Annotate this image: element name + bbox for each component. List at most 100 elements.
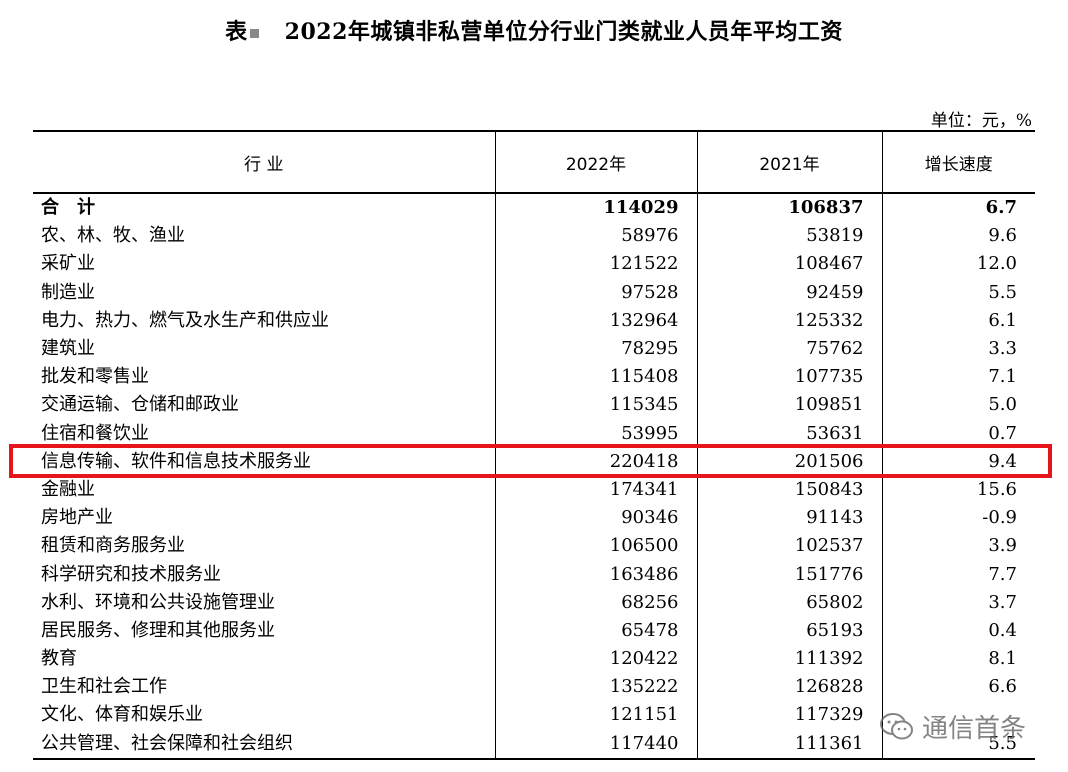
header-2021: 2021年: [696, 130, 882, 194]
cell-industry: 批发和零售业: [41, 366, 149, 388]
header-2022: 2022年: [494, 130, 697, 194]
cell-growth: -0.9: [881, 504, 1035, 533]
title-text: 2022年城镇非私营单位分行业门类就业人员年平均工资: [284, 19, 843, 45]
cell-industry: 公共管理、社会保障和社会组织: [33, 729, 495, 760]
watermark: 通信首条: [880, 708, 1026, 745]
cell-growth: 0.4: [881, 616, 1035, 645]
cell-industry: 金融业: [41, 478, 95, 500]
cell-industry: 农、林、牧、渔业: [41, 225, 185, 247]
wechat-icon: [880, 712, 913, 739]
header-industry: 行 业: [33, 130, 495, 194]
cell-2022: 65478: [494, 616, 697, 645]
cell-2022: 58976: [494, 222, 697, 251]
cell-2022: 121151: [494, 701, 697, 730]
cell-2022: 78295: [494, 334, 697, 364]
cell-2022: 135222: [494, 673, 697, 702]
table-row: 科学研究和技术服务业 163486 151776 7.7: [33, 560, 1035, 589]
cell-growth: 12.0: [881, 250, 1035, 279]
table-row: 制造业 97528 92459 5.5: [33, 278, 1035, 307]
cell-industry: 合 计: [41, 197, 95, 219]
table-row: 卫生和社会工作 135222 126828 6.6: [33, 673, 1035, 702]
cell-growth: 15.6: [881, 475, 1035, 505]
unit-label: 单位：元，%: [930, 111, 1032, 131]
cell-2021: 151776: [696, 560, 882, 589]
table-row: 教育 120422 111392 8.1: [33, 645, 1035, 674]
cell-industry: 卫生和社会工作: [41, 676, 167, 698]
cell-industry: 电力、热力、燃气及水生产和供应业: [41, 309, 329, 331]
cell-growth: 3.3: [881, 334, 1035, 364]
cell-2022: 132964: [494, 306, 697, 335]
cell-growth: 9.6: [881, 222, 1035, 251]
cell-industry: 交通运输、仓储和邮政业: [41, 394, 239, 416]
cell-industry: 水利、环境和公共设施管理业: [41, 591, 275, 613]
cell-2021: 111392: [696, 645, 882, 674]
cell-2022: 97528: [494, 278, 697, 307]
square-icon: [249, 28, 259, 38]
cell-growth: 6.1: [881, 306, 1035, 335]
table-row: 农、林、牧、渔业 58976 53819 9.6: [33, 222, 1035, 251]
cell-2021: 75762: [696, 334, 882, 364]
table-row: 电力、热力、燃气及水生产和供应业 132964 125332 6.1: [33, 306, 1035, 335]
cell-industry: 建筑业: [41, 338, 95, 360]
watermark-text: 通信首条: [922, 714, 1027, 744]
cell-2021: 92459: [696, 278, 882, 307]
cell-2021: 102537: [696, 532, 882, 561]
table-row: 采矿业 121522 108467 12.0: [33, 250, 1035, 279]
table-title: 表 2022年城镇非私营单位分行业门类就业人员年平均工资: [0, 14, 1068, 46]
cell-industry: 文化、体育和娱乐业: [41, 704, 203, 726]
table-row: 租赁和商务服务业 106500 102537 3.9: [33, 532, 1035, 561]
cell-2022: 120422: [494, 645, 697, 674]
table-row: 居民服务、修理和其他服务业 65478 65193 0.4: [33, 616, 1035, 645]
cell-2022: 174341: [494, 475, 697, 505]
table-row: 批发和零售业 115408 107735 7.1: [33, 363, 1035, 392]
cell-2022: 115408: [494, 363, 697, 392]
cell-growth: 3.7: [881, 588, 1035, 617]
cell-growth: 8.1: [881, 645, 1035, 674]
cell-growth: 5.0: [881, 391, 1035, 420]
cell-2022: 117440: [494, 729, 697, 760]
cell-growth: 5.5: [881, 278, 1035, 307]
table-row: 房地产业 90346 91143 -0.9: [33, 504, 1035, 533]
table-row: 金融业 174341 150843 15.6: [33, 475, 1035, 505]
cell-industry: 教育: [41, 648, 77, 670]
cell-growth: 6.7: [881, 193, 1035, 223]
cell-industry: 房地产业: [41, 507, 113, 529]
title-prefix: 表: [225, 19, 259, 45]
cell-2021: 106837: [696, 193, 882, 223]
cell-2021: 150843: [696, 475, 882, 505]
cell-2022: 114029: [494, 193, 697, 223]
cell-2021: 126828: [696, 673, 882, 702]
cell-2022: 68256: [494, 588, 697, 617]
cell-growth: 3.9: [881, 532, 1035, 561]
cell-2022: 106500: [494, 532, 697, 561]
cell-2021: 125332: [696, 306, 882, 335]
cell-2022: 115345: [494, 391, 697, 420]
cell-2021: 91143: [696, 504, 882, 533]
cell-2021: 65193: [696, 616, 882, 645]
cell-industry: 科学研究和技术服务业: [41, 563, 221, 585]
cell-2021: 109851: [696, 391, 882, 420]
cell-industry: 租赁和商务服务业: [41, 535, 185, 557]
cell-industry: 制造业: [41, 281, 95, 303]
cell-industry: 采矿业: [41, 253, 95, 275]
cell-2021: 65802: [696, 588, 882, 617]
table-row: 水利、环境和公共设施管理业 68256 65802 3.7: [33, 588, 1035, 617]
highlight-box: [9, 444, 1052, 478]
table-row: 建筑业 78295 75762 3.3: [33, 334, 1035, 364]
cell-growth: 7.1: [881, 363, 1035, 392]
header-growth: 增长速度: [881, 130, 1035, 194]
cell-2022: 163486: [494, 560, 697, 589]
cell-2021: 108467: [696, 250, 882, 279]
cell-industry: 居民服务、修理和其他服务业: [41, 619, 275, 641]
cell-2021: 117329: [696, 701, 882, 730]
cell-growth: 6.6: [881, 673, 1035, 702]
cell-2021: 53819: [696, 222, 882, 251]
cell-2021: 111361: [696, 729, 882, 760]
cell-growth: 7.7: [881, 560, 1035, 589]
cell-2022: 121522: [494, 250, 697, 279]
header-row: 行 业 2022年 2021年 增长速度: [33, 130, 1035, 194]
cell-2021: 107735: [696, 363, 882, 392]
table-row: 合 计 114029 106837 6.7: [33, 193, 1035, 223]
table-row: 交通运输、仓储和邮政业 115345 109851 5.0: [33, 391, 1035, 420]
cell-2022: 90346: [494, 504, 697, 533]
